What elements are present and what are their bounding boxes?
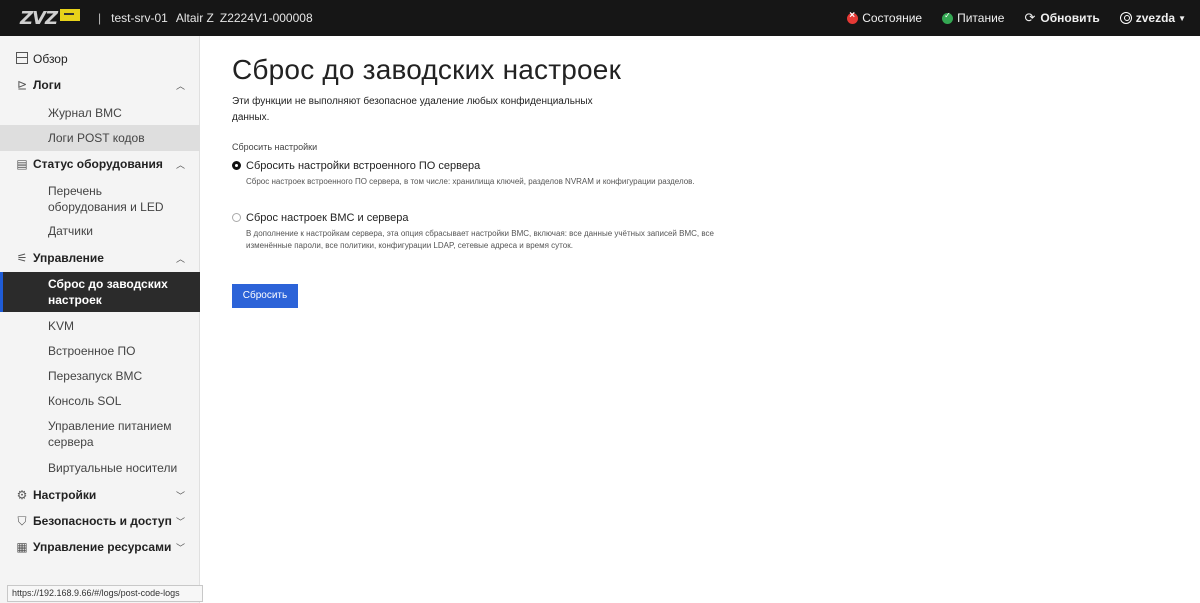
- radio-label: Сброс настроек BMC и сервера: [246, 212, 409, 224]
- sidebar-item-virtual-media[interactable]: Виртуальные носители: [0, 456, 200, 480]
- refresh-button[interactable]: ⟳ Обновить: [1024, 10, 1099, 26]
- power-status-label: Питание: [957, 11, 1005, 25]
- radio-button-checked[interactable]: [232, 161, 241, 170]
- clipboard-icon: ▤: [16, 157, 28, 171]
- sidebar-item-label: Безопасность и доступ: [33, 514, 172, 528]
- page-title: Сброс до заводских настроек: [232, 54, 622, 85]
- radio-option-reset-server-firmware[interactable]: Сбросить настройки встроенного ПО сервер…: [232, 160, 712, 204]
- resources-icon: ▦: [16, 540, 28, 554]
- sidebar-item-label: Настройки: [33, 488, 97, 502]
- health-status-label: Состояние: [862, 11, 923, 25]
- sidebar-item-overview[interactable]: Обзор: [0, 46, 200, 72]
- sidebar-item-post-code-logs[interactable]: Логи POST кодов: [0, 125, 200, 151]
- sidebar-item-factory-reset[interactable]: Сброс до заводских настроек: [0, 272, 200, 312]
- radio-button[interactable]: [232, 213, 241, 222]
- server-serial: Z2224V1-000008: [219, 11, 313, 25]
- sliders-icon: ⚟: [16, 251, 28, 265]
- sidebar-item-label: KVM: [48, 319, 75, 333]
- radio-label: Сбросить настройки встроенного ПО сервер…: [246, 160, 481, 172]
- sidebar-item-settings[interactable]: ⚙ Настройки ﹀: [0, 482, 200, 508]
- refresh-icon: ⟳: [1024, 10, 1036, 25]
- shield-icon: ⛉: [17, 513, 27, 528]
- sidebar-item-label: Управление ресурсами: [33, 540, 172, 554]
- header-separator: |: [98, 11, 102, 25]
- sidebar-item-label: Журнал BMC: [48, 106, 122, 120]
- power-status-button[interactable]: Питание: [942, 11, 1004, 25]
- sidebar-nav: Обзор ⊵ Логи ︿ Журнал BMC Логи POST кодо…: [0, 36, 200, 603]
- ok-status-icon: [942, 11, 954, 24]
- logo-badge-icon: [60, 9, 81, 21]
- sidebar-item-label: Консоль SOL: [48, 394, 122, 408]
- chevron-up-icon: ︿: [176, 159, 186, 170]
- server-hostname: test-srv-01: [111, 11, 168, 25]
- sidebar-item-bmc-journal[interactable]: Журнал BMC: [0, 100, 200, 126]
- sidebar-item-resources[interactable]: ▦ Управление ресурсами ﹀: [0, 534, 200, 560]
- server-model: Altair Z: [175, 11, 214, 25]
- sidebar-item-reboot-bmc[interactable]: Перезапуск BMC: [0, 364, 200, 388]
- sidebar-item-logs[interactable]: ⊵ Логи ︿: [0, 72, 200, 98]
- sidebar-item-label: Статус оборудования: [33, 157, 163, 171]
- sidebar-item-label: Перезапуск BMC: [48, 369, 143, 383]
- dashboard-icon: [15, 51, 29, 67]
- chevron-up-icon: ︿: [176, 253, 186, 264]
- sidebar-item-kvm[interactable]: KVM: [0, 314, 200, 338]
- chevron-down-icon: ﹀: [176, 542, 186, 553]
- sidebar-item-control[interactable]: ⚟ Управление ︿: [0, 245, 200, 271]
- radio-option-reset-bmc-and-server[interactable]: Сброс настроек BMC и сервера В дополнени…: [232, 212, 714, 256]
- logs-icon: ⊵: [16, 78, 28, 92]
- reset-options-label: Сбросить настройки: [232, 142, 318, 152]
- sidebar-item-sensors[interactable]: Датчики: [0, 218, 200, 244]
- sidebar-item-label: Встроенное ПО: [48, 344, 136, 358]
- reset-button[interactable]: Сбросить: [232, 284, 298, 308]
- user-icon: [1119, 12, 1132, 24]
- top-header: ZVZ | test-srv-01 Altair Z Z2224V1-00000…: [0, 0, 1200, 36]
- link-status-url: https://192.168.9.66/#/logs/post-code-lo…: [7, 585, 203, 602]
- sidebar-item-label: Обзор: [33, 52, 68, 66]
- sidebar-item-inventory-led[interactable]: Перечень оборудования и LED: [0, 179, 200, 219]
- sidebar-item-hardware-status[interactable]: ▤ Статус оборудования ︿: [0, 151, 200, 177]
- radio-help-text: Сброс настроек встроенного ПО сервера, в…: [246, 177, 695, 186]
- sidebar-item-security[interactable]: ⛉ Безопасность и доступ ﹀: [0, 508, 200, 534]
- sidebar-item-label: Датчики: [48, 224, 93, 238]
- caret-down-icon: ▼: [1178, 13, 1186, 23]
- user-name: zvezda: [1135, 11, 1176, 25]
- sidebar-item-sol-console[interactable]: Консоль SOL: [0, 389, 200, 413]
- radio-help-text: В дополнение к настройкам сервера, эта о…: [246, 229, 714, 250]
- sidebar-item-label: Сброс до заводских настроек: [48, 277, 168, 307]
- sidebar-item-label: Логи POST кодов: [48, 131, 145, 145]
- chevron-down-icon: ﹀: [176, 516, 186, 527]
- health-status-button[interactable]: Состояние: [847, 10, 923, 25]
- logo-mark-icon: ZVZ: [20, 7, 58, 29]
- user-menu-button[interactable]: zvezda ▼: [1119, 11, 1186, 25]
- sidebar-item-label: Логи: [33, 78, 62, 92]
- brand-logo[interactable]: ZVZ: [20, 0, 81, 36]
- refresh-label: Обновить: [1040, 11, 1100, 25]
- sidebar-item-firmware[interactable]: Встроенное ПО: [0, 339, 200, 363]
- chevron-down-icon: ﹀: [176, 490, 186, 501]
- sidebar-item-label: Управление: [33, 251, 104, 265]
- sidebar-item-label: Виртуальные носители: [48, 461, 178, 475]
- page-description: Эти функции не выполняют безопасное удал…: [232, 96, 593, 123]
- sidebar-item-label: Перечень оборудования и LED: [48, 184, 164, 214]
- gear-icon: ⚙: [16, 488, 28, 502]
- chevron-up-icon: ︿: [176, 80, 186, 91]
- sidebar-item-label: Управление питанием сервера: [48, 419, 172, 449]
- error-status-icon: [847, 10, 859, 24]
- sidebar-item-server-power[interactable]: Управление питанием сервера: [0, 414, 200, 454]
